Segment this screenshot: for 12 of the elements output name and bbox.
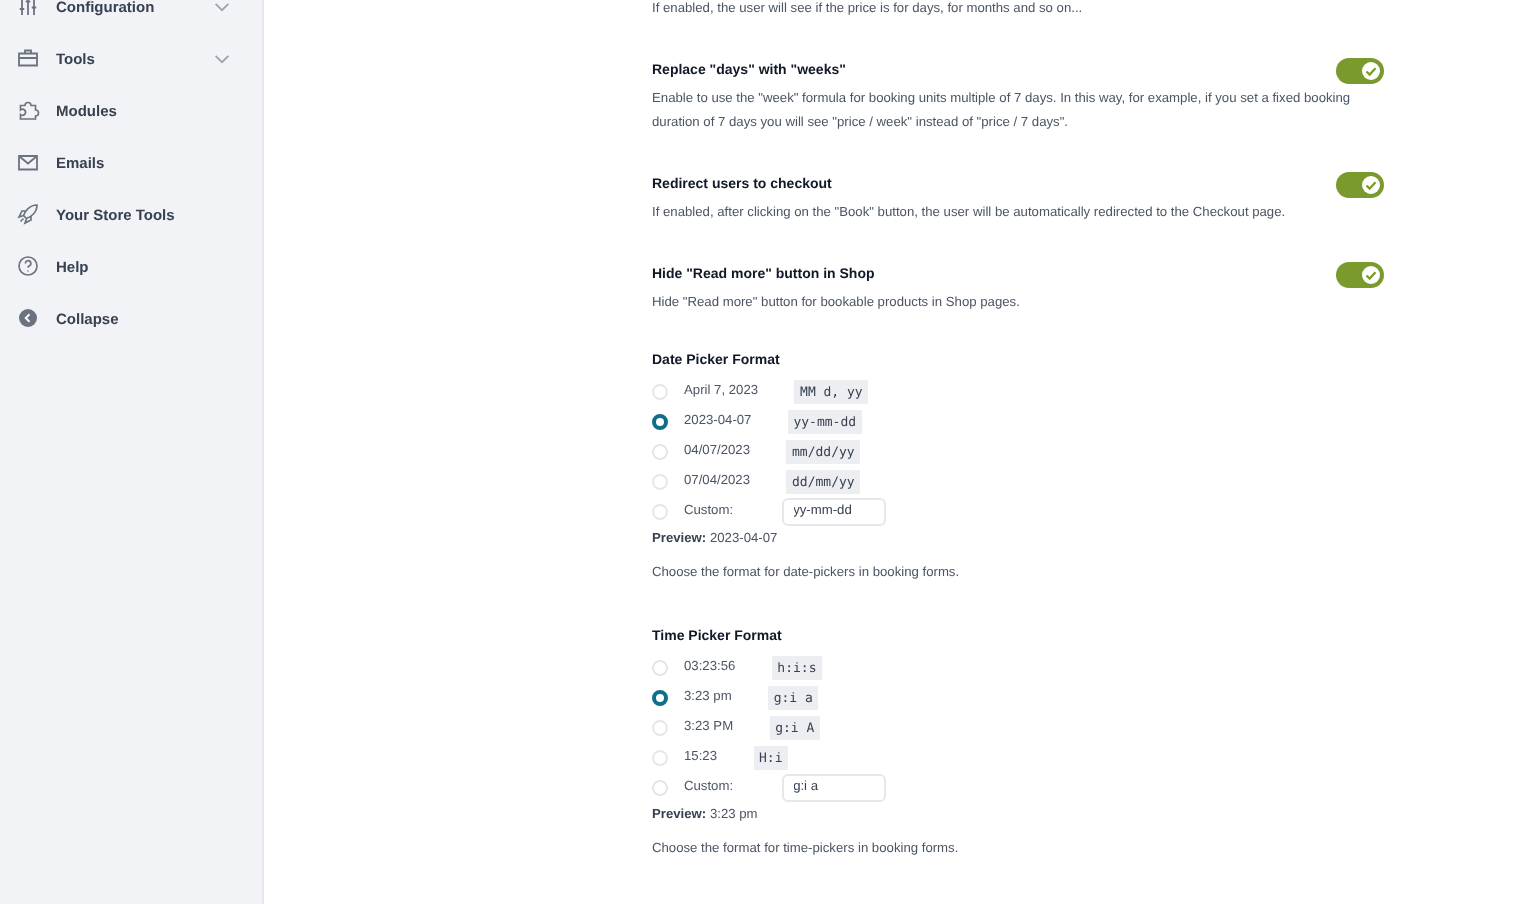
toggle-switch[interactable] xyxy=(1336,261,1384,287)
toggle-switch[interactable] xyxy=(1336,57,1384,83)
collapse-icon xyxy=(16,306,40,330)
help-icon xyxy=(16,254,40,278)
puzzle-icon xyxy=(16,98,40,122)
toggle-switch[interactable] xyxy=(1336,171,1384,197)
envelope-icon xyxy=(16,150,40,174)
sliders-icon xyxy=(16,0,40,18)
rocket-icon xyxy=(16,202,40,226)
radio-button[interactable] xyxy=(652,689,668,705)
briefcase-icon xyxy=(16,46,40,70)
radio-button[interactable] xyxy=(652,413,668,429)
